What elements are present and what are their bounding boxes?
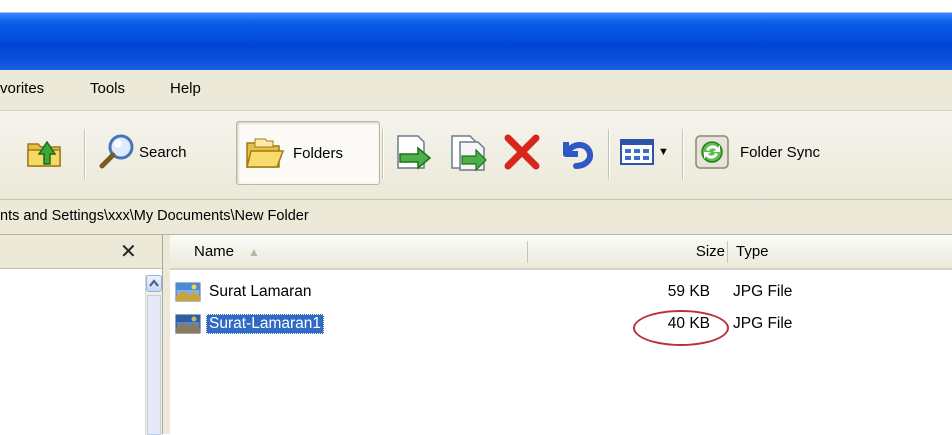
search-label: Search [139,143,187,161]
delete-icon [504,134,540,170]
file-list: Name ▲ Size Type Surat Lamaran 59 KB JPG… [170,235,952,434]
menu-favorites[interactable]: vorites [0,80,44,97]
list-item[interactable]: Surat Lamaran 59 KB JPG File [170,280,952,304]
menu-bar: vorites Tools Help [0,70,952,111]
column-size-label: Size [695,243,725,260]
search-icon [99,134,134,169]
file-name[interactable]: Surat Lamaran [206,282,315,302]
file-size: 59 KB [667,283,710,300]
file-type: JPG File [733,283,793,300]
folder-sync-button[interactable]: Folder Sync [690,121,820,183]
folder-sync-icon [695,135,729,169]
jpg-file-icon [175,314,201,334]
up-folder-icon [27,140,61,167]
folders-pane: ✕ [0,235,163,435]
sort-ascending-icon: ▲ [248,244,260,259]
chevron-down-icon[interactable]: ▼ [658,146,669,158]
address-path[interactable]: nts and Settings\xxx\My Documents\New Fo… [0,208,309,224]
file-type: JPG File [733,315,793,332]
move-to-icon [397,135,432,170]
menu-tools[interactable]: Tools [90,80,125,97]
column-type-label: Type [736,243,769,260]
toolbar: Search Folders ▼ Folder Sync [0,111,952,200]
file-name[interactable]: Surat-Lamaran1 [206,314,325,334]
folders-pane-header: ✕ [0,235,162,269]
copy-to-button[interactable] [446,121,490,183]
column-header-bar: Name ▲ Size Type [170,235,952,270]
file-size: 40 KB [667,315,710,332]
column-header-size[interactable]: Size [530,235,725,268]
views-icon [620,139,654,165]
list-item-selected[interactable]: Surat-Lamaran1 40 KB JPG File [170,312,952,336]
address-bar[interactable]: nts and Settings\xxx\My Documents\New Fo… [0,200,952,235]
chevron-up-icon [149,279,159,287]
column-header-type[interactable]: Type [736,235,936,268]
close-icon[interactable]: ✕ [120,239,137,264]
folder-sync-label: Folder Sync [740,143,821,161]
scroll-track[interactable] [147,295,161,435]
delete-button[interactable] [500,121,544,183]
column-name-label: Name [194,243,235,260]
move-to-button[interactable] [392,121,434,183]
copy-to-icon [451,135,487,172]
folders-pane-scrollbar[interactable] [145,275,163,435]
undo-icon [563,142,594,169]
menu-help[interactable]: Help [170,80,201,97]
folders-button[interactable]: Folders [236,121,380,185]
up-folder-button[interactable] [22,121,66,183]
views-button[interactable]: ▼ [618,121,669,183]
folders-icon [246,138,285,168]
window-titlebar[interactable] [0,0,952,70]
scroll-up-button[interactable] [146,275,162,292]
folders-label: Folders [293,144,344,162]
undo-button[interactable] [554,121,598,183]
jpg-file-icon [175,282,201,302]
search-button[interactable]: Search [96,121,187,183]
column-header-name[interactable]: Name ▲ [194,235,524,268]
